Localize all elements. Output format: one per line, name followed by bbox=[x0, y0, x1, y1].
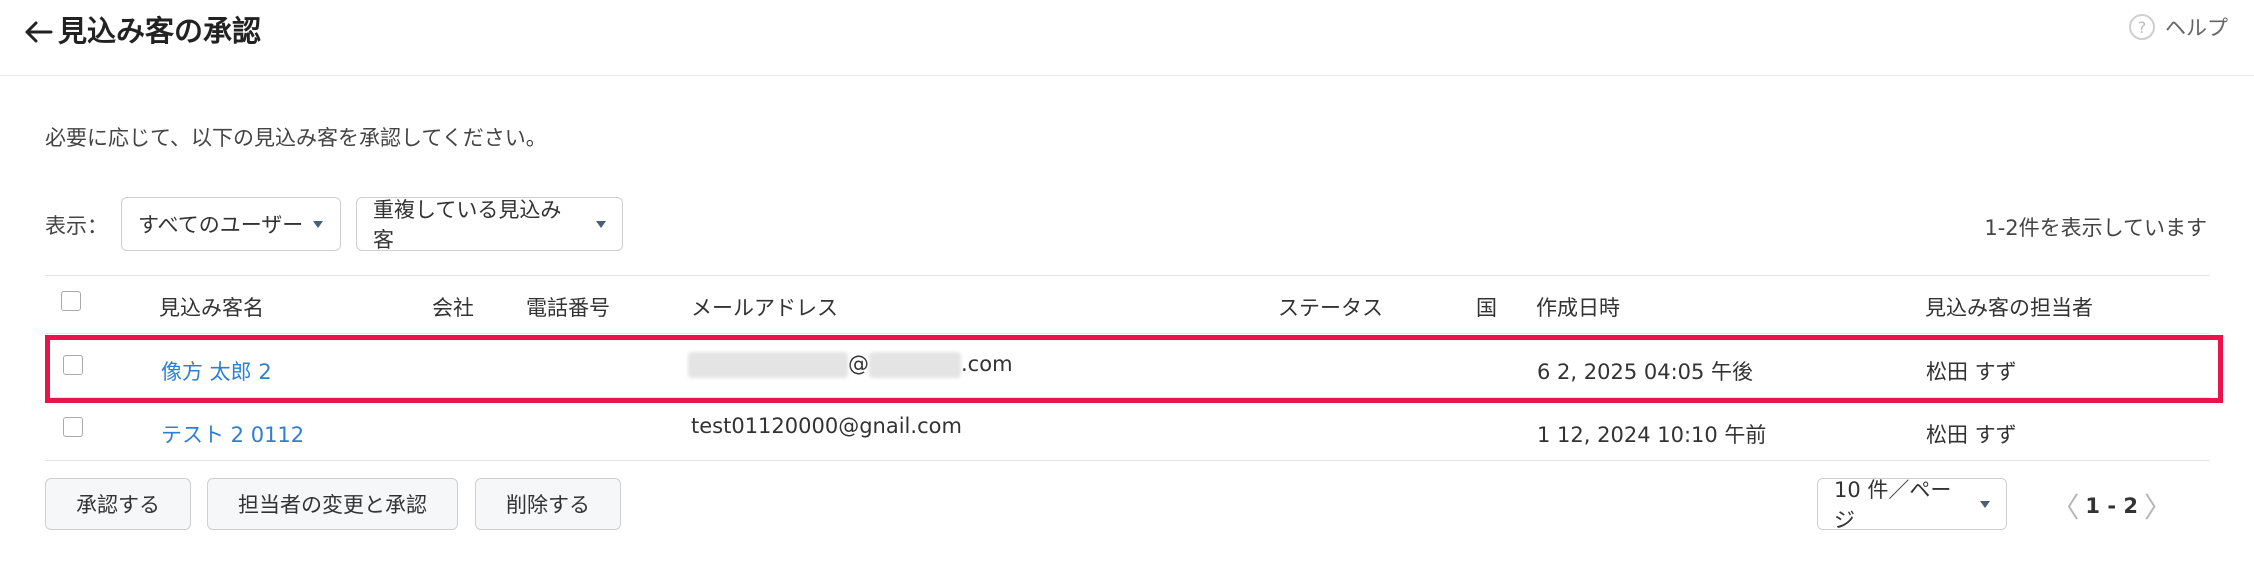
delete-button[interactable]: 削除する bbox=[475, 478, 621, 530]
user-filter-value: すべてのユーザー bbox=[138, 213, 304, 237]
type-filter-dropdown[interactable]: 重複している見込み客 bbox=[356, 197, 623, 252]
header-divider bbox=[45, 333, 2210, 334]
back-arrow-icon[interactable] bbox=[18, 12, 58, 52]
select-all-checkbox[interactable] bbox=[61, 291, 81, 311]
table-top-border bbox=[45, 275, 2210, 276]
page-title: 見込み客の承認 bbox=[58, 14, 262, 48]
help-link[interactable]: ? ヘルプ bbox=[2129, 12, 2228, 42]
user-filter-dropdown[interactable]: すべてのユーザー bbox=[121, 197, 341, 251]
chevron-down-icon bbox=[313, 220, 324, 228]
page-description: 必要に応じて、以下の見込み客を承認してください。 bbox=[45, 126, 547, 150]
row-checkbox[interactable] bbox=[63, 417, 83, 437]
column-header-status[interactable]: ステータス bbox=[1278, 292, 1383, 322]
approve-button[interactable]: 承認する bbox=[45, 478, 191, 530]
row-divider bbox=[45, 460, 2210, 461]
help-icon: ? bbox=[2129, 14, 2155, 40]
owner-name: 松田 すず bbox=[1926, 423, 2017, 447]
help-label: ヘルプ bbox=[2165, 16, 2228, 40]
column-header-created[interactable]: 作成日時 bbox=[1536, 292, 1620, 322]
email-cell: test01120000@gnail.com bbox=[691, 414, 962, 438]
column-header-email[interactable]: メールアドレス bbox=[691, 292, 838, 322]
filter-label: 表示： bbox=[45, 214, 108, 238]
prev-page-icon[interactable]: 〈 bbox=[2051, 486, 2079, 526]
column-header-name[interactable]: 見込み客名 bbox=[159, 292, 264, 322]
change-owner-approve-button[interactable]: 担当者の変更と承認 bbox=[207, 478, 458, 530]
page-header: 見込み客の承認 ? ヘルプ bbox=[0, 0, 2254, 76]
created-date: 1 12, 2024 10:10 午前 bbox=[1537, 423, 1767, 447]
column-header-country[interactable]: 国 bbox=[1476, 292, 1497, 322]
per-page-dropdown[interactable]: 10 件／ページ bbox=[1817, 478, 2007, 532]
column-header-phone[interactable]: 電話番号 bbox=[526, 292, 610, 322]
type-filter-value: 重複している見込み客 bbox=[373, 198, 562, 252]
column-header-owner[interactable]: 見込み客の担当者 bbox=[1925, 292, 2093, 322]
pagination: 〈 1 - 2 〉 bbox=[2051, 486, 2172, 526]
column-header-company[interactable]: 会社 bbox=[432, 292, 474, 322]
page-range: 1 - 2 bbox=[2085, 494, 2138, 518]
highlight-box bbox=[45, 335, 2223, 403]
per-page-value: 10 件／ページ bbox=[1834, 478, 1952, 532]
result-count: 1-2件を表示しています bbox=[1984, 216, 2207, 240]
chevron-down-icon bbox=[1980, 500, 1990, 508]
next-page-icon[interactable]: 〉 bbox=[2144, 486, 2172, 526]
lead-name-link[interactable]: テスト 2 0112 bbox=[161, 419, 304, 449]
chevron-down-icon bbox=[596, 220, 606, 228]
